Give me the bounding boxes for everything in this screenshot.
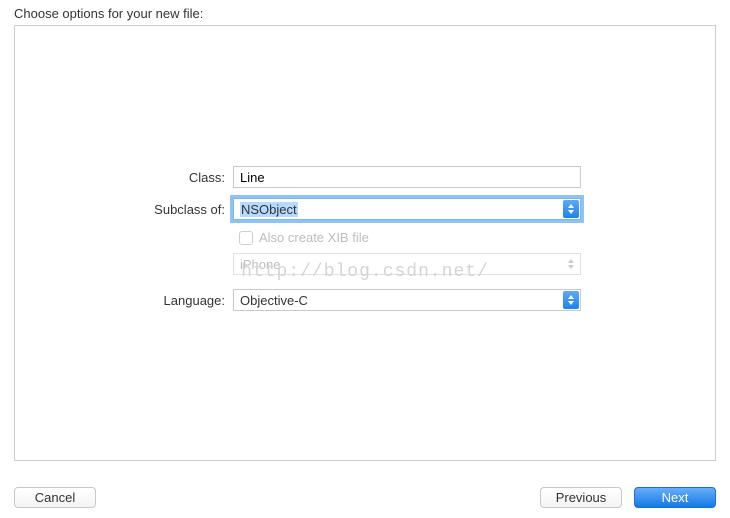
class-label: Class:	[15, 170, 233, 185]
chevron-up-down-icon	[563, 255, 579, 273]
cancel-button[interactable]: Cancel	[14, 487, 96, 508]
chevron-up-down-icon[interactable]	[563, 291, 579, 309]
device-value: iPhone	[240, 257, 280, 272]
options-panel: Class: Subclass of: NSObject Also create…	[14, 25, 716, 461]
form: Class: Subclass of: NSObject Also create…	[15, 166, 715, 321]
language-label: Language:	[15, 293, 233, 308]
device-combobox: iPhone	[233, 253, 581, 275]
subclass-row: Subclass of: NSObject	[15, 198, 715, 220]
xib-checkbox	[239, 231, 253, 245]
previous-button[interactable]: Previous	[540, 487, 622, 508]
class-row: Class:	[15, 166, 715, 188]
footer: Cancel Previous Next	[14, 487, 716, 508]
next-button[interactable]: Next	[634, 487, 716, 508]
subclass-value: NSObject	[240, 202, 298, 217]
class-input[interactable]	[233, 166, 581, 188]
page-title: Choose options for your new file:	[0, 0, 730, 25]
language-combobox[interactable]: Objective-C	[233, 289, 581, 311]
device-row: iPhone	[15, 253, 715, 275]
subclass-combobox[interactable]: NSObject	[233, 198, 581, 220]
language-value: Objective-C	[240, 293, 308, 308]
xib-row: Also create XIB file	[239, 230, 715, 245]
language-row: Language: Objective-C	[15, 289, 715, 311]
subclass-label: Subclass of:	[15, 202, 233, 217]
chevron-up-down-icon[interactable]	[563, 200, 579, 218]
xib-label: Also create XIB file	[259, 230, 369, 245]
